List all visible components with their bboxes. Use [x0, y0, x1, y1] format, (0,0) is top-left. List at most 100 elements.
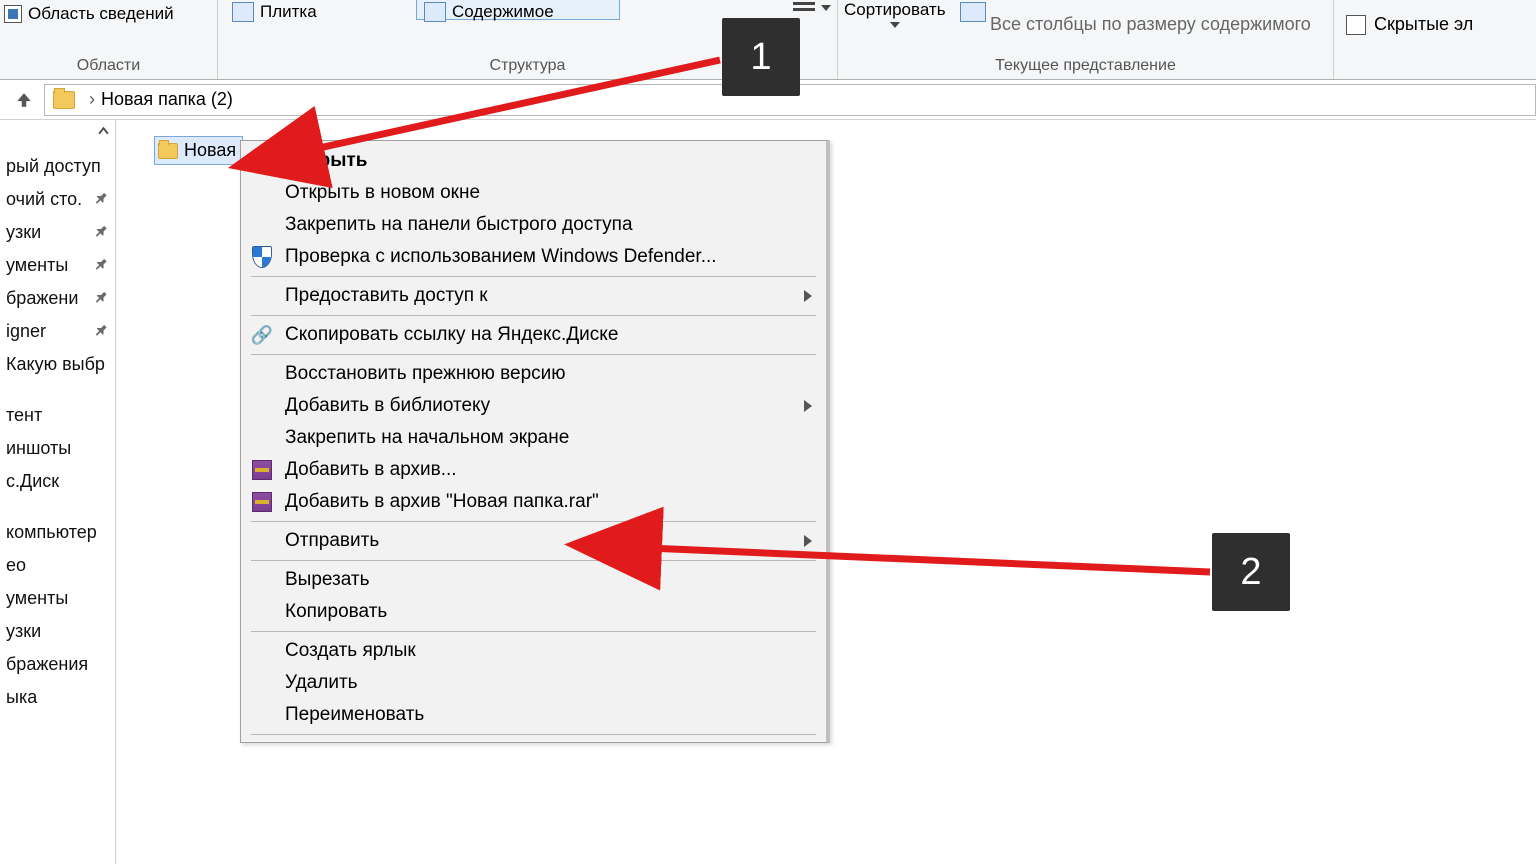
- winrar-icon: [251, 459, 273, 481]
- folder-item-selected[interactable]: Новая: [154, 136, 243, 165]
- sidebar-item[interactable]: ументы: [0, 249, 115, 282]
- sidebar-item[interactable]: ументы: [0, 582, 115, 615]
- ribbon-group-hidden: Скрытые эл: [1334, 0, 1536, 79]
- view-contents-label: Содержимое: [452, 2, 554, 22]
- sidebar-item-label: рый доступ: [6, 156, 101, 177]
- sidebar-item-label: узки: [6, 621, 41, 642]
- cm-restore-previous[interactable]: Восстановить прежнюю версию: [241, 358, 826, 390]
- chevron-right-icon: [804, 535, 812, 547]
- sidebar-item[interactable]: ыка: [0, 681, 115, 714]
- sidebar-item-label: ео: [6, 555, 26, 576]
- view-more-dropdown[interactable]: [793, 2, 831, 14]
- sidebar-item-label: узки: [6, 222, 41, 243]
- sidebar-item[interactable]: узки: [0, 615, 115, 648]
- checkbox-icon: [1346, 15, 1366, 35]
- cm-yandex-disk-link[interactable]: 🔗 Скопировать ссылку на Яндекс.Диске: [241, 319, 826, 351]
- cm-add-archive-named[interactable]: Добавить в архив "Новая папка.rar": [241, 486, 826, 518]
- sidebar-item[interactable]: igner: [0, 315, 115, 348]
- address-bar[interactable]: › Новая папка (2): [44, 84, 1536, 116]
- group-label-areas: Области: [0, 57, 217, 75]
- cm-grant-access[interactable]: Предоставить доступ к: [241, 280, 826, 312]
- context-menu: Открыть Открыть в новом окне Закрепить н…: [240, 140, 830, 743]
- cm-create-shortcut[interactable]: Создать ярлык: [241, 635, 826, 667]
- view-contents[interactable]: Содержимое: [424, 2, 554, 22]
- contents-icon: [424, 2, 446, 22]
- sidebar-item[interactable]: бражения: [0, 648, 115, 681]
- chevron-down-icon: [890, 22, 900, 28]
- ribbon-view: Область сведений Области Плитка Содержим…: [0, 0, 1536, 80]
- sidebar-item[interactable]: компьютер: [0, 516, 115, 549]
- pin-icon: [88, 220, 113, 245]
- toggle-details-pane[interactable]: Область сведений: [4, 4, 174, 24]
- cm-add-to-library[interactable]: Добавить в библиотеку: [241, 390, 826, 422]
- cm-open-new-window[interactable]: Открыть в новом окне: [241, 177, 826, 209]
- cm-copy[interactable]: Копировать: [241, 596, 826, 628]
- checkbox-icon: [4, 5, 22, 23]
- sidebar-item[interactable]: рый доступ: [0, 150, 115, 183]
- breadcrumb-current: Новая папка (2): [101, 89, 233, 110]
- cm-delete[interactable]: Удалить: [241, 667, 826, 699]
- cm-pin-start[interactable]: Закрепить на начальном экране: [241, 422, 826, 454]
- defender-shield-icon: [251, 246, 273, 268]
- scroll-up-button[interactable]: [96, 124, 111, 139]
- address-bar-row: › Новая папка (2): [0, 80, 1536, 120]
- sidebar-item-label: ументы: [6, 588, 68, 609]
- up-arrow-icon: [15, 91, 33, 109]
- sidebar-item-label: бражения: [6, 654, 88, 675]
- sidebar-item[interactable]: ео: [0, 549, 115, 582]
- ribbon-group-areas: Область сведений Области: [0, 0, 218, 79]
- folder-icon: [158, 143, 178, 159]
- sidebar-item-label: очий сто.: [6, 189, 82, 210]
- toggle-hidden-items[interactable]: Скрытые эл: [1346, 14, 1473, 35]
- details-pane-label: Область сведений: [28, 4, 174, 24]
- view-tile[interactable]: Плитка: [232, 2, 317, 22]
- autosize-columns-button[interactable]: Все столбцы по размеру содержимого: [990, 14, 1311, 35]
- folder-icon: [53, 91, 75, 109]
- sort-button[interactable]: Сортировать: [844, 0, 946, 28]
- view-tile-label: Плитка: [260, 2, 317, 22]
- sidebar-item-label: с.Диск: [6, 471, 59, 492]
- sidebar-item[interactable]: тент: [0, 399, 115, 432]
- cm-defender-scan[interactable]: Проверка с использованием Windows Defend…: [241, 241, 826, 273]
- hidden-items-label: Скрытые эл: [1374, 14, 1473, 35]
- winrar-icon: [251, 491, 273, 513]
- pin-icon: [88, 319, 113, 344]
- cm-add-archive[interactable]: Добавить в архив...: [241, 454, 826, 486]
- cm-pin-quick-access[interactable]: Закрепить на панели быстрого доступа: [241, 209, 826, 241]
- sidebar-item[interactable]: узки: [0, 216, 115, 249]
- chevron-up-icon: [98, 126, 109, 137]
- cm-rename[interactable]: Переименовать: [241, 699, 826, 731]
- pin-icon: [88, 253, 113, 278]
- link-icon: 🔗: [251, 324, 273, 346]
- sidebar-item-label: Какую выбр: [6, 354, 105, 375]
- chevron-right-icon: [804, 400, 812, 412]
- sidebar-item[interactable]: Какую выбр: [0, 348, 115, 381]
- sidebar-item[interactable]: бражени: [0, 282, 115, 315]
- cm-send-to[interactable]: Отправить: [241, 525, 826, 557]
- nav-sidebar: рый доступ очий сто. узки ументы бражени igne…: [0, 120, 116, 864]
- folder-item-label: Новая: [184, 140, 236, 161]
- sidebar-item-label: тент: [6, 405, 42, 426]
- pin-icon: [88, 187, 113, 212]
- ribbon-group-current-view: Сортировать Все столбцы по размеру содер…: [838, 0, 1334, 79]
- sidebar-item[interactable]: очий сто.: [0, 183, 115, 216]
- pin-icon: [88, 286, 113, 311]
- chevron-down-icon: [821, 5, 831, 11]
- sidebar-item[interactable]: иншоты: [0, 432, 115, 465]
- cm-open[interactable]: Открыть: [241, 145, 826, 177]
- ribbon-group-structure: Плитка Содержимое Структура: [218, 0, 838, 79]
- sidebar-item-label: igner: [6, 321, 46, 342]
- sidebar-item-label: иншоты: [6, 438, 71, 459]
- sidebar-item-label: компьютер: [6, 522, 97, 543]
- sidebar-item[interactable]: с.Диск: [0, 465, 115, 498]
- nav-up-button[interactable]: [10, 91, 38, 109]
- cm-cut[interactable]: Вырезать: [241, 564, 826, 596]
- chevron-right-icon: ›: [89, 89, 95, 110]
- sidebar-item-label: ументы: [6, 255, 68, 276]
- autosize-columns-icon: [960, 2, 986, 22]
- group-label-structure: Структура: [218, 57, 837, 75]
- main-area: рый доступ очий сто. узки ументы бражени igne…: [0, 120, 1536, 864]
- chevron-right-icon: [804, 290, 812, 302]
- sort-label: Сортировать: [844, 0, 946, 20]
- folder-content-area[interactable]: Новая Открыть Открыть в новом окне Закре…: [116, 120, 1536, 864]
